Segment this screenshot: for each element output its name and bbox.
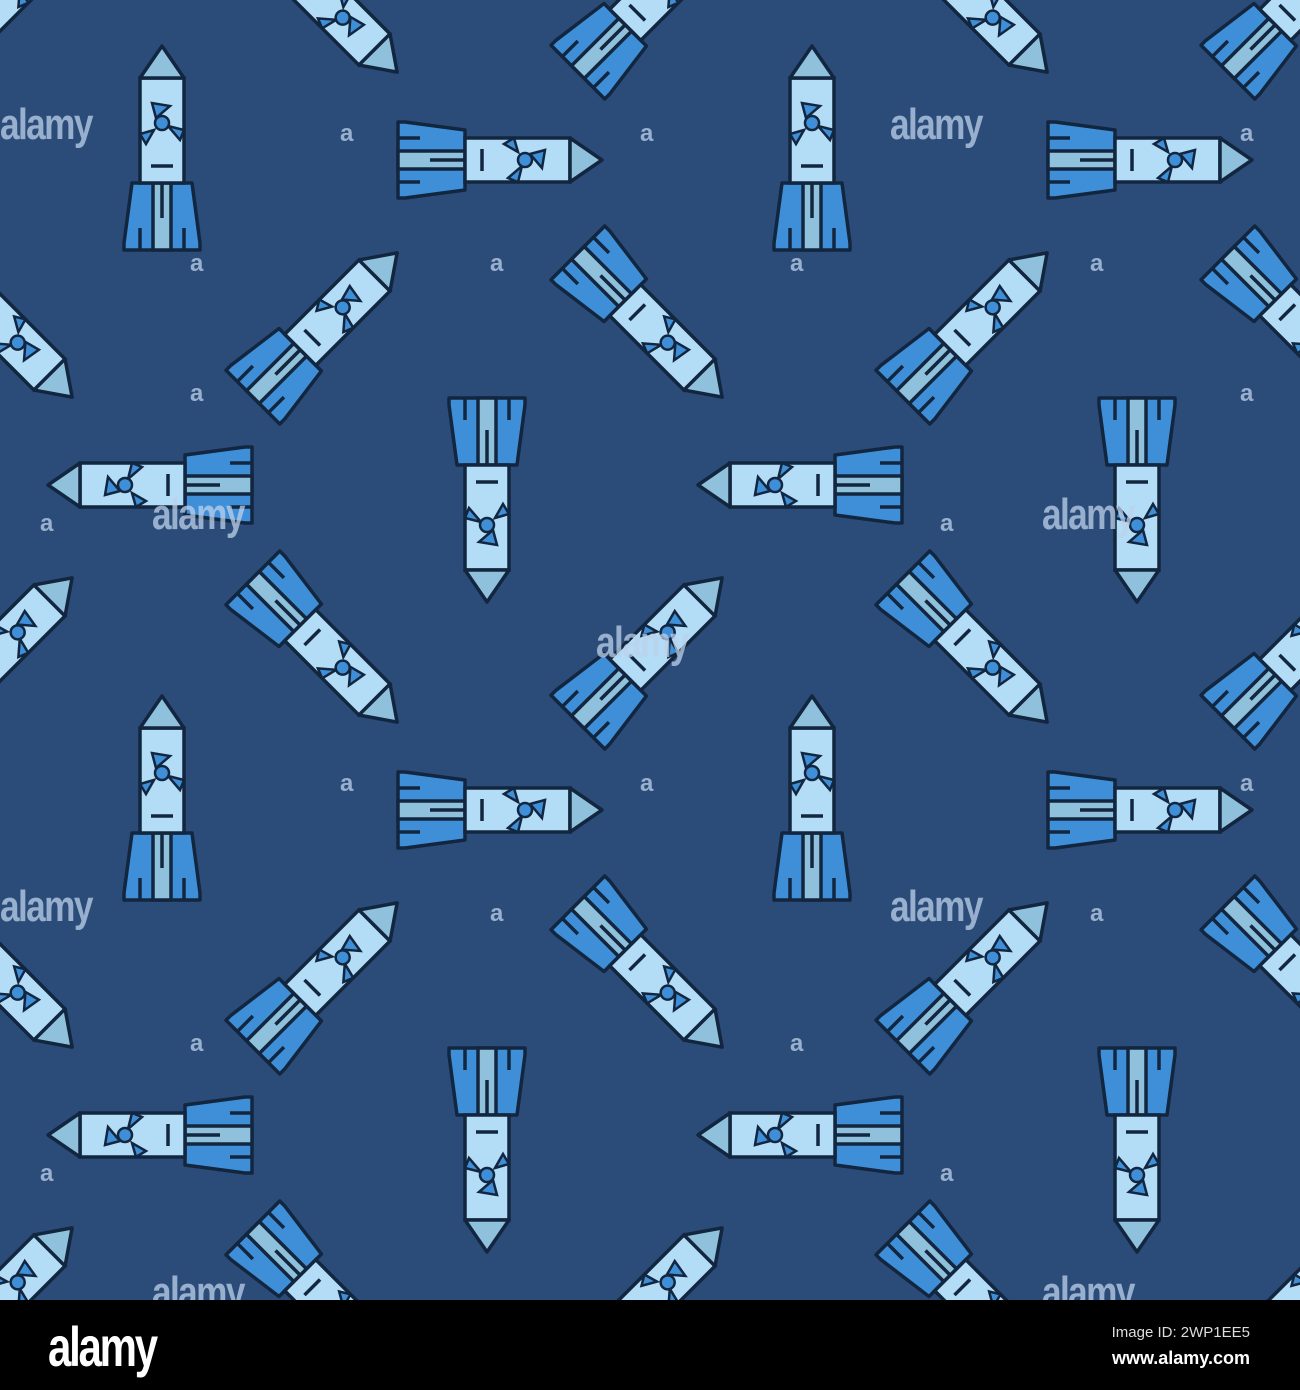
watermark-letter: a [1090, 900, 1104, 927]
watermark-letter: a [490, 250, 504, 277]
watermark-letter: a [490, 900, 504, 927]
alamy-logo: alamy [48, 1315, 158, 1378]
site-url: www.alamy.com [1111, 1348, 1250, 1368]
rocket-icon [224, 0, 426, 101]
watermark-text: alamy [152, 490, 245, 539]
watermark-letter: a [340, 120, 354, 147]
rocket-icon [447, 1046, 527, 1254]
rocket-icon [447, 396, 527, 604]
watermark-letter: a [340, 770, 354, 797]
footer-bar: alamy Image ID: 2WP1EE5 www.alamy.com [0, 1300, 1300, 1390]
watermark-letter: a [640, 120, 654, 147]
rocket-icon [1199, 1199, 1300, 1300]
rocket-icon [549, 1199, 751, 1300]
rocket-icon [224, 1199, 426, 1300]
watermark-letter: a [1090, 250, 1104, 277]
rocket-icon [1046, 770, 1254, 850]
watermark-text: alamy [890, 882, 983, 931]
rocket-icon [772, 44, 852, 252]
rocket-icon [1199, 0, 1300, 101]
rocket-icon [0, 549, 101, 751]
rocket-icon [46, 1095, 254, 1175]
rocket-icon [874, 224, 1076, 426]
watermark-text: alamy [890, 100, 983, 149]
rocket-icon [696, 445, 904, 525]
rocket-icon [874, 549, 1076, 751]
rocket-icon [772, 694, 852, 902]
rocket-icon [549, 0, 751, 101]
rocket-icon [224, 549, 426, 751]
watermark-letter: a [790, 1030, 804, 1057]
rocket-icon [0, 224, 101, 426]
watermark-letter: a [1240, 120, 1254, 147]
watermark-text: alamy [0, 882, 93, 931]
watermark-letter: a [940, 510, 954, 537]
watermark-letter: a [1240, 380, 1254, 407]
watermark-letter: a [940, 1160, 954, 1187]
rocket-pattern-background: alamy alamy alamy alamy alamy alamy alam… [0, 0, 1300, 1300]
rocket-icon [696, 1095, 904, 1175]
watermark-letter: a [190, 1030, 204, 1057]
rocket-icon [549, 874, 751, 1076]
watermark-letter: a [40, 1160, 54, 1187]
watermark-text: alamy [0, 100, 93, 149]
rocket-icon [874, 0, 1076, 101]
image-id: Image ID: 2WP1EE5 [1111, 1324, 1250, 1341]
rocket-icon [122, 694, 202, 902]
watermark-text: alamy [1042, 490, 1135, 539]
watermark-text: alamy [1042, 1268, 1135, 1300]
watermark-letter: a [190, 380, 204, 407]
rocket-icon [1199, 549, 1300, 751]
watermark-letter: a [790, 250, 804, 277]
watermark-letter: a [190, 250, 204, 277]
watermark-letter: a [640, 770, 654, 797]
rocket-icon [1199, 874, 1300, 1076]
watermark-letter: a [40, 510, 54, 537]
rocket-icon [396, 120, 604, 200]
rocket-icon [0, 0, 101, 101]
watermark-letter: a [1240, 770, 1254, 797]
rocket-icon [549, 224, 751, 426]
rocket-icon [224, 874, 426, 1076]
rocket-icon [1046, 120, 1254, 200]
watermark-text: alamy [596, 618, 689, 667]
rocket-icon [122, 44, 202, 252]
rocket-icon [224, 224, 426, 426]
rocket-icon [1097, 1046, 1177, 1254]
rocket-icon [396, 770, 604, 850]
watermark-text: alamy [152, 1268, 245, 1300]
rocket-icon [0, 1199, 101, 1300]
